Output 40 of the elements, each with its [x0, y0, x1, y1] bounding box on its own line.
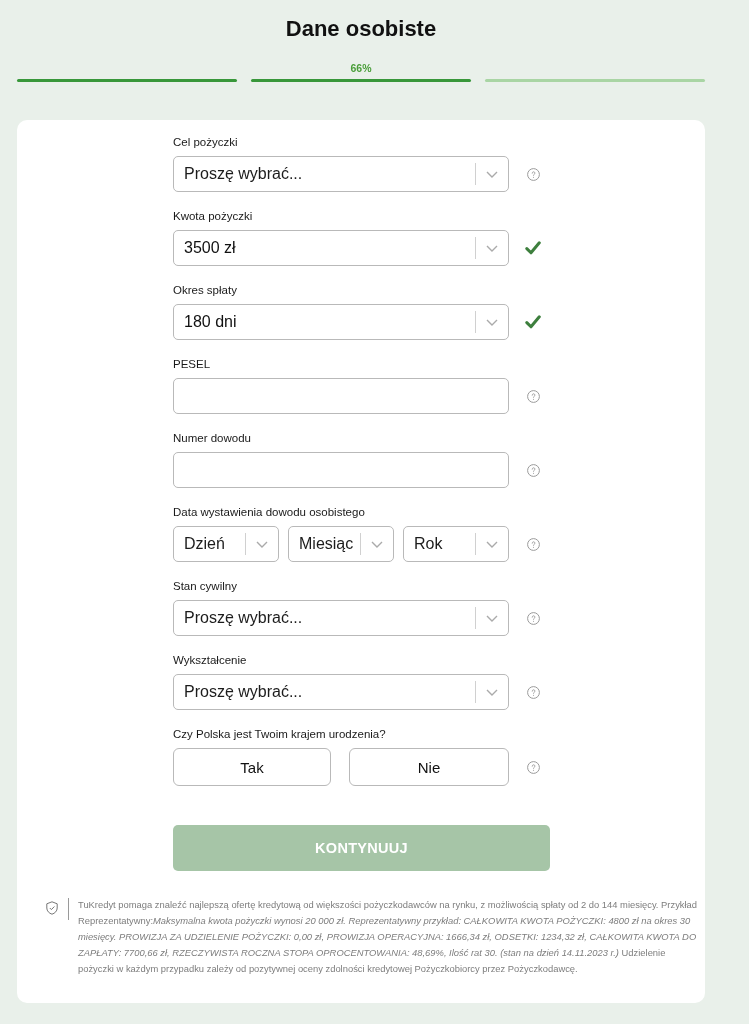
- help-icon[interactable]: [526, 167, 540, 181]
- choice-button[interactable]: Tak: [173, 748, 331, 786]
- chevron-down-icon: [486, 170, 498, 178]
- input-field[interactable]: [173, 378, 509, 414]
- select-field[interactable]: 3500 zł: [173, 230, 509, 266]
- chevron-down-icon: [486, 688, 498, 696]
- disclaimer-text: TuKredyt pomaga znaleźć najlepszą ofertę kredytową od większości pożyczkodawców na rynku, z możliwością spłaty od 2 do 144 miesięcy. Przykład Reprezentatywny:Maksymalna kwota pożyczki wynosi 20 000 zł. Reprezentatywny przykład: CAŁKOWITA KWOTA POŻYCZKI: 4800 zł na okres 30 miesięcy. PROWIZJA ZA UDZIELENIE POŻYCZKI: 0,00 zł, PROWIZJA OPERACYJNA: 1666,34 zł, ODSETKI: 1234,32 zł, CAŁKOWITA KWOTA DO ZAPŁATY: 7700,66 zł, RZECZYWISTA ROCZNA STOPA OPROCENTOWANIA: 48,69%, Ilość rat 30. (stan na dzień 14.11.2023 r.) Udzielenie pożyczki w każdym przypadku zależy od pozytywnej oceny zdolności kredytowej Pożyczkobiorcy przez Pożyczkodawcę.: [78, 898, 699, 976]
- select-field[interactable]: Proszę wybrać...: [173, 600, 509, 636]
- chevron-down-icon: [371, 540, 383, 548]
- field-label: Czy Polska jest Twoim krajem urodzenia?: [173, 727, 387, 741]
- field-label: Wykształcenie: [173, 653, 248, 667]
- chevron-down-icon: [486, 540, 498, 548]
- chevron-down-icon: [486, 614, 498, 622]
- chevron-down-icon: [486, 244, 498, 252]
- help-icon[interactable]: [526, 611, 540, 625]
- select-field[interactable]: Miesiąc: [288, 526, 394, 562]
- page-title: Dane osobiste: [284, 15, 438, 43]
- select-field[interactable]: Proszę wybrać...: [173, 156, 509, 192]
- field-label: Cel pożyczki: [173, 135, 239, 149]
- help-icon[interactable]: [526, 685, 540, 699]
- select-field[interactable]: 180 dni: [173, 304, 509, 340]
- select-field[interactable]: Rok: [403, 526, 509, 562]
- help-icon[interactable]: [526, 463, 540, 477]
- select-field[interactable]: Proszę wybrać...: [173, 674, 509, 710]
- field-label: Stan cywilny: [173, 579, 238, 593]
- progress-percent: 66%: [350, 62, 372, 74]
- field-label: PESEL: [173, 357, 212, 371]
- field-label: Data wystawienia dowodu osobistego: [173, 505, 366, 519]
- chevron-down-icon: [486, 318, 498, 326]
- chevron-down-icon: [256, 540, 268, 548]
- help-icon[interactable]: [526, 537, 540, 551]
- input-field[interactable]: [173, 452, 509, 488]
- field-label: Okres spłaty: [173, 283, 238, 297]
- shield-check-icon: [46, 901, 58, 915]
- field-label: Numer dowodu: [173, 431, 252, 445]
- choice-button[interactable]: Nie: [349, 748, 509, 786]
- help-icon[interactable]: [526, 389, 540, 403]
- field-label: Kwota pożyczki: [173, 209, 254, 223]
- select-field[interactable]: Dzień: [173, 526, 279, 562]
- help-icon[interactable]: [526, 760, 540, 774]
